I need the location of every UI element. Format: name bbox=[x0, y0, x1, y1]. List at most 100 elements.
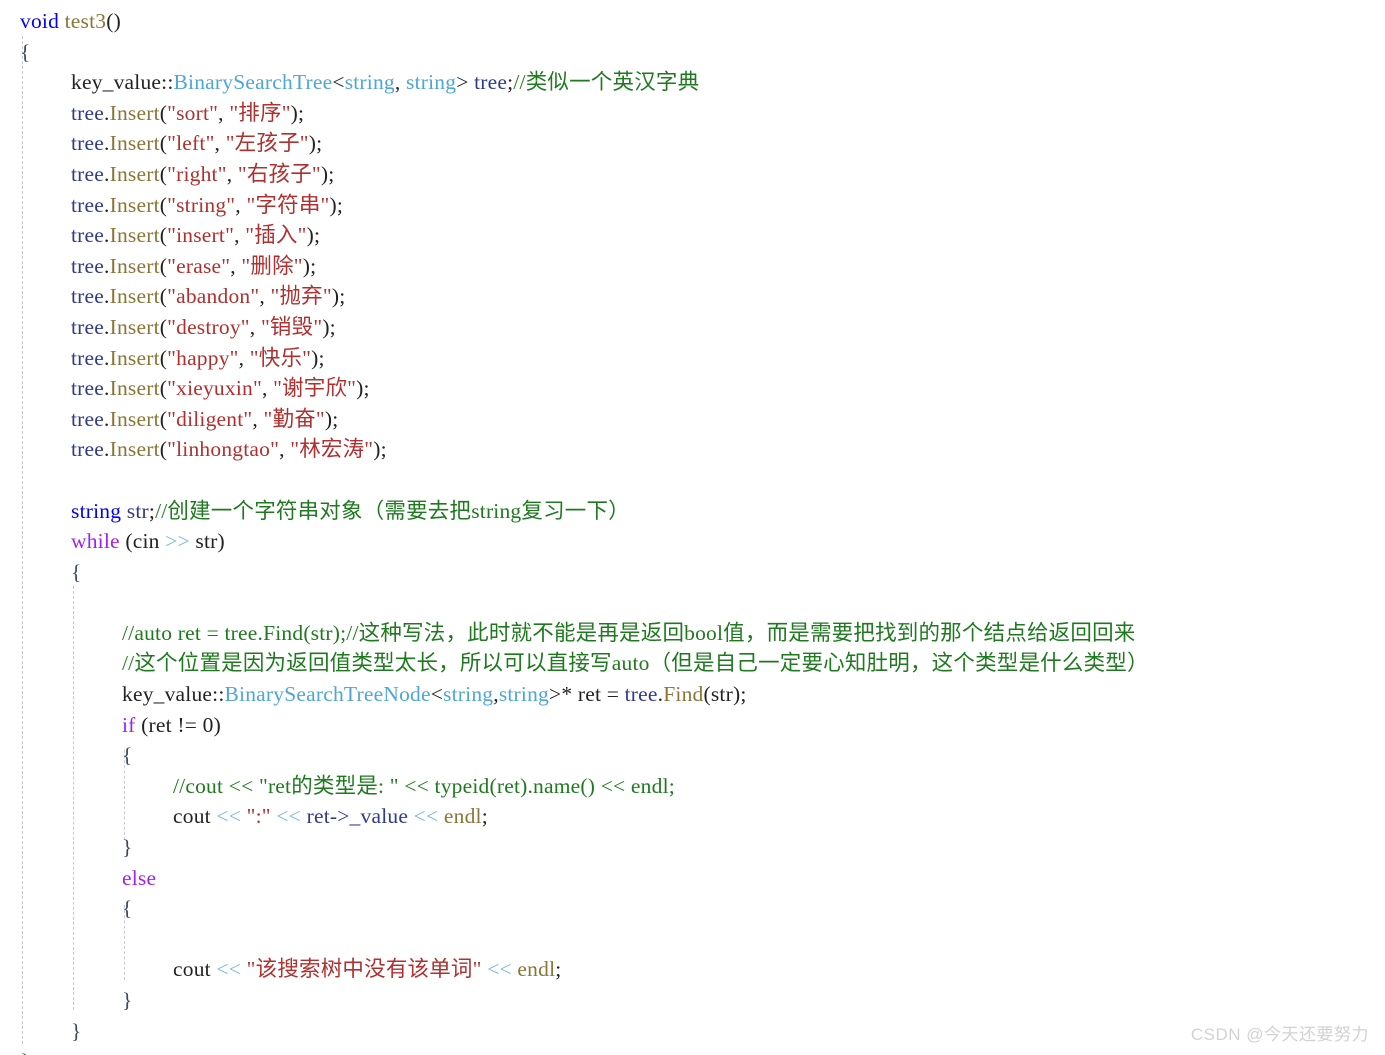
token-str: "抛弃" bbox=[270, 284, 332, 309]
token-str: "快乐" bbox=[249, 345, 312, 370]
code-line: while (cin >> str) bbox=[0, 526, 1385, 557]
token-plain: :: bbox=[161, 70, 174, 95]
token-var: tree bbox=[71, 192, 105, 217]
token-plain: key_value bbox=[122, 682, 213, 707]
code-line: if (ret != 0) bbox=[0, 710, 1385, 741]
token-str: "erase" bbox=[167, 253, 231, 278]
code-line: tree.Insert("xieyuxin", "谢宇欣"); bbox=[0, 373, 1385, 404]
code-line: { bbox=[0, 37, 1385, 68]
code-line: void test3() bbox=[0, 6, 1385, 37]
token-fn: Insert bbox=[109, 192, 160, 217]
code-line: //cout << "ret的类型是: " << typeid(ret).nam… bbox=[0, 771, 1385, 802]
token-plain: , bbox=[252, 406, 264, 431]
token-brace: } bbox=[122, 835, 133, 860]
token-str: "左孩子" bbox=[225, 131, 309, 156]
code-line: { bbox=[0, 740, 1385, 771]
token-cmt: //创建一个字符串对象（需要去把string复习一下） bbox=[155, 498, 630, 523]
token-plain: ); bbox=[290, 100, 305, 125]
token-str: "字符串" bbox=[246, 192, 330, 217]
token-plain: ( bbox=[135, 712, 149, 737]
code-line: tree.Insert("erase", "删除"); bbox=[0, 251, 1385, 282]
token-plain: , bbox=[230, 253, 242, 278]
token-op: << bbox=[216, 957, 242, 982]
token-plain: ); bbox=[322, 314, 336, 339]
code-line: tree.Insert("right", "右孩子"); bbox=[0, 159, 1385, 190]
token-str: "sort" bbox=[167, 100, 219, 125]
token-str: "left" bbox=[167, 131, 215, 156]
token-plain: ); bbox=[329, 192, 344, 217]
token-type: BinarySearchTreeNode bbox=[224, 682, 431, 707]
token-brace: { bbox=[122, 896, 133, 921]
token-brace: { bbox=[122, 743, 133, 768]
token-plain: ( bbox=[703, 682, 711, 707]
token-plain: str bbox=[195, 529, 218, 554]
token-fn: Insert bbox=[109, 253, 160, 278]
token-type: string bbox=[498, 682, 549, 707]
token-str: "happy" bbox=[167, 345, 239, 370]
code-line: //这个位置是因为返回值类型太长，所以可以直接写auto（但是自己一定要心知肚明… bbox=[0, 648, 1385, 679]
token-brace: { bbox=[20, 39, 31, 64]
token-op: << bbox=[413, 804, 439, 829]
token-plain: ); bbox=[320, 161, 335, 186]
token-plain: ); bbox=[373, 437, 387, 462]
token-plain: , bbox=[226, 161, 238, 186]
code-line: tree.Insert("left", "左孩子"); bbox=[0, 128, 1385, 159]
token-str: "销毁" bbox=[260, 314, 323, 339]
token-plain: , bbox=[259, 284, 271, 309]
code-line: //auto ret = tree.Find(str);//这种写法，此时就不能… bbox=[0, 618, 1385, 649]
token-str: "abandon" bbox=[167, 284, 260, 309]
code-line: tree.Insert("string", "字符串"); bbox=[0, 190, 1385, 221]
code-line: key_value::BinarySearchTreeNode<string,s… bbox=[0, 679, 1385, 710]
token-plain: , bbox=[249, 314, 261, 339]
token-plain: != bbox=[171, 712, 203, 737]
code-line: { bbox=[0, 893, 1385, 924]
token-type: string bbox=[344, 70, 395, 95]
token-str: "该搜索树中没有该单词" bbox=[246, 957, 482, 982]
code-line: } bbox=[0, 985, 1385, 1016]
token-plain: , bbox=[214, 131, 226, 156]
code-line: tree.Insert("destroy", "销毁"); bbox=[0, 312, 1385, 343]
token-plain: ); bbox=[302, 253, 317, 278]
code-line: tree.Insert("abandon", "抛弃"); bbox=[0, 281, 1385, 312]
token-plain: , bbox=[234, 223, 246, 248]
token-var: tree bbox=[71, 314, 105, 339]
token-plain: ); bbox=[311, 345, 325, 370]
token-plain: , bbox=[279, 437, 291, 462]
token-var: tree bbox=[71, 161, 105, 186]
token-type: string bbox=[406, 70, 457, 95]
token-str: "insert" bbox=[167, 223, 235, 248]
token-fn: Insert bbox=[109, 345, 160, 370]
token-fn: Insert bbox=[109, 223, 160, 248]
token-fn: Insert bbox=[109, 161, 160, 186]
token-plain: ; bbox=[555, 957, 562, 982]
code-line: } bbox=[0, 1046, 1385, 1055]
code-line: tree.Insert("insert", "插入"); bbox=[0, 220, 1385, 251]
token-kwp: while bbox=[71, 529, 120, 554]
code-line: { bbox=[0, 557, 1385, 588]
token-plain: ); bbox=[324, 406, 339, 431]
token-var: tree bbox=[71, 253, 105, 278]
token-brace: } bbox=[20, 1049, 31, 1055]
token-plain: cout bbox=[173, 804, 211, 829]
token-kw: void bbox=[20, 9, 60, 33]
token-var: tree bbox=[71, 131, 105, 156]
token-op: >> bbox=[165, 529, 190, 554]
token-plain: , bbox=[261, 376, 274, 401]
token-plain: , bbox=[394, 70, 407, 95]
csdn-watermark: CSDN @今天还要努力 bbox=[1190, 1025, 1369, 1044]
token-plain: cout bbox=[173, 957, 211, 982]
token-plain: ret bbox=[148, 712, 172, 737]
token-cmt: //cout << "ret的类型是: " << typeid(ret).nam… bbox=[173, 773, 675, 798]
token-var: tree bbox=[474, 70, 508, 95]
token-var: tree bbox=[71, 284, 105, 309]
token-str: "勤奋" bbox=[263, 406, 325, 431]
token-brace: { bbox=[71, 559, 82, 584]
token-plain: ); bbox=[732, 682, 747, 707]
token-fn: Insert bbox=[109, 314, 160, 339]
token-plain: ) bbox=[213, 712, 221, 737]
token-str: "插入" bbox=[245, 223, 307, 248]
token-kw: string bbox=[71, 498, 122, 523]
code-line: tree.Insert("diligent", "勤奋"); bbox=[0, 404, 1385, 435]
